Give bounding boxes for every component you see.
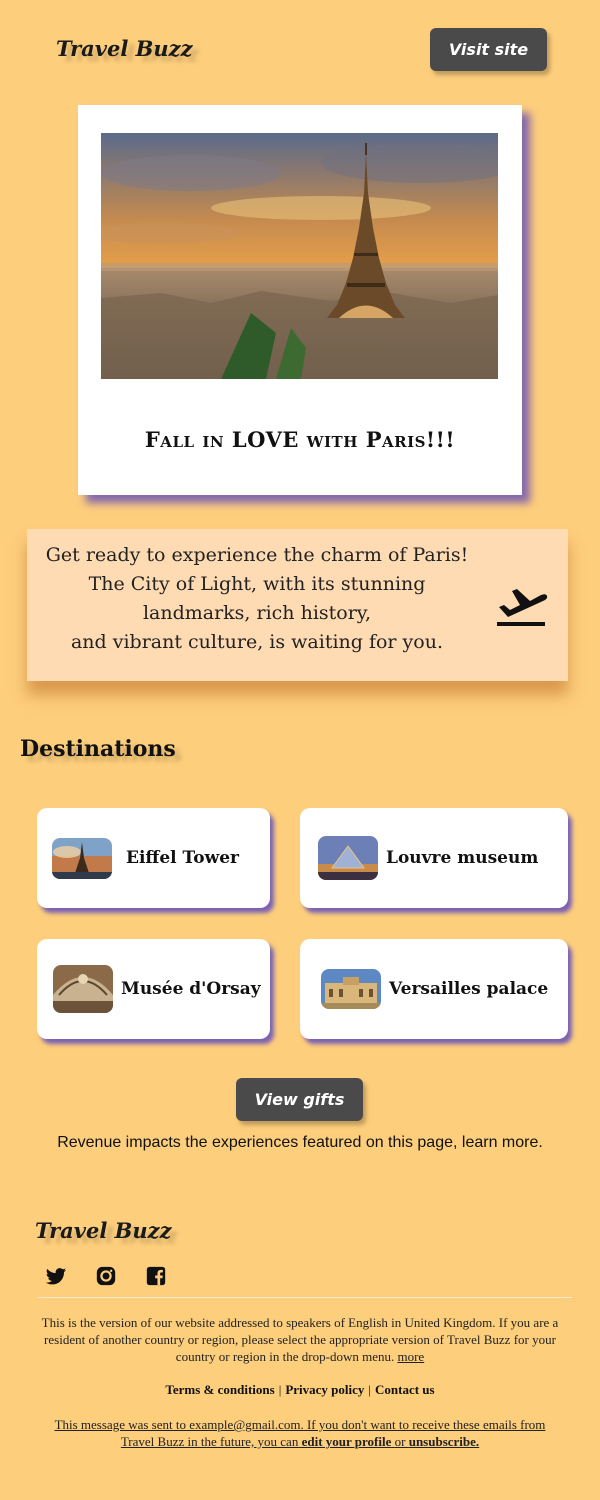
intro-text: Get ready to experience the charm of Par…: [37, 541, 477, 657]
facebook-icon[interactable]: [145, 1265, 167, 1287]
more-link[interactable]: more: [397, 1349, 424, 1364]
instagram-icon[interactable]: [95, 1265, 117, 1287]
footer-links: Terms & conditions | Privacy policy | Contac…: [0, 1382, 600, 1398]
destination-label: Musée d'Orsay: [121, 979, 261, 999]
destination-label: Versailles palace: [389, 979, 549, 999]
destination-card-eiffel-tower[interactable]: Eiffel Tower: [37, 808, 270, 908]
eiffel-tower-thumbnail: [52, 838, 112, 879]
louvre-museum-thumbnail: [318, 836, 378, 880]
destinations-title: Destinations: [20, 736, 176, 762]
hero-image-eiffel-tower: [101, 133, 498, 379]
destination-label: Louvre museum: [386, 848, 539, 868]
intro-line: The City of Light, with its stunning: [88, 573, 426, 595]
link-separator: |: [278, 1382, 282, 1397]
region-notice-text: This is the version of our website addre…: [41, 1315, 559, 1364]
hero-card: Fall in LOVE with Paris!!!: [78, 105, 522, 495]
intro-line: landmarks, rich history,: [142, 602, 372, 624]
airplane-takeoff-icon: [494, 577, 548, 629]
revenue-disclaimer[interactable]: Revenue impacts the experiences featured…: [0, 1134, 600, 1152]
or-text: or: [394, 1434, 406, 1449]
intro-line: Get ready to experience the charm of Par…: [45, 544, 469, 566]
privacy-link[interactable]: Privacy policy: [285, 1382, 364, 1397]
unsubscribe-notice: This message was sent to example@gmail.c…: [40, 1416, 560, 1450]
view-gifts-button[interactable]: View gifts: [236, 1078, 363, 1121]
intro-panel: Get ready to experience the charm of Par…: [27, 529, 568, 681]
region-notice: This is the version of our website addre…: [40, 1314, 560, 1365]
musee-dorsay-thumbnail: [53, 965, 113, 1013]
versailles-palace-thumbnail: [321, 969, 381, 1009]
twitter-icon[interactable]: [45, 1265, 67, 1287]
intro-line: and vibrant culture, is waiting for you.: [70, 631, 444, 653]
link-separator: |: [368, 1382, 371, 1397]
destination-card-musee-dorsay[interactable]: Musée d'Orsay: [37, 939, 270, 1039]
hero-title: Fall in LOVE with Paris!!!: [144, 427, 456, 452]
brand-logo[interactable]: Travel Buzz: [56, 36, 193, 61]
destination-card-louvre-museum[interactable]: Louvre museum: [300, 808, 568, 908]
edit-profile-link[interactable]: edit your profile: [302, 1434, 392, 1449]
terms-link[interactable]: Terms & conditions: [165, 1382, 274, 1397]
visit-site-button[interactable]: Visit site: [430, 28, 547, 71]
unsubscribe-link[interactable]: unsubscribe.: [409, 1434, 479, 1449]
destination-label: Eiffel Tower: [126, 848, 240, 868]
footer-brand-logo[interactable]: Travel Buzz: [35, 1218, 172, 1243]
footer-divider: [38, 1297, 572, 1298]
destination-card-versailles-palace[interactable]: Versailles palace: [300, 939, 568, 1039]
contact-link[interactable]: Contact us: [375, 1382, 435, 1397]
